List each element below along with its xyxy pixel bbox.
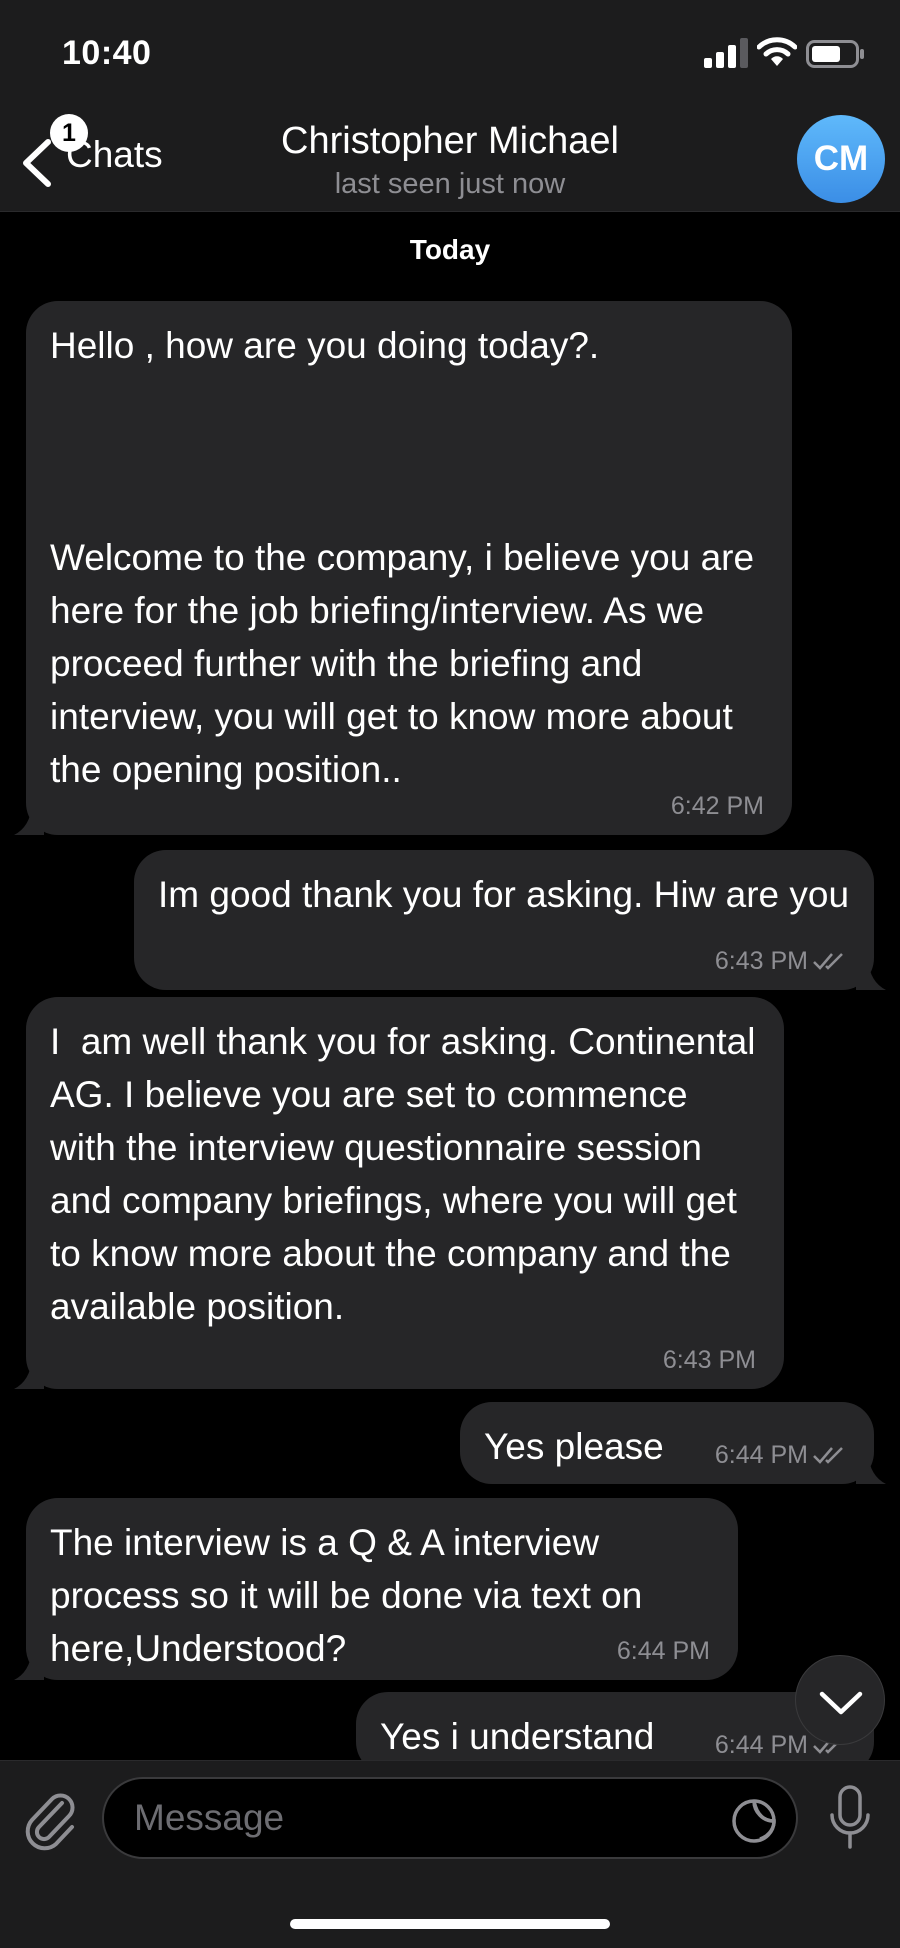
cellular-signal-icon (704, 38, 748, 68)
bubble-tail (856, 1454, 886, 1484)
avatar[interactable]: CM (797, 115, 885, 203)
status-time: 10:40 (62, 34, 152, 72)
wifi-icon (757, 37, 797, 66)
last-seen-status: last seen just now (334, 168, 566, 200)
message-input[interactable] (134, 1779, 694, 1857)
incoming-message[interactable]: Hello , how are you doing today?. Welcom… (14, 301, 792, 835)
bubble-tail (14, 1359, 44, 1389)
scroll-to-bottom-button[interactable] (795, 1655, 885, 1745)
home-indicator (290, 1919, 610, 1929)
message-time: 6:44 PM (616, 1637, 710, 1665)
double-check-icon (813, 953, 843, 970)
microphone-icon[interactable] (826, 1783, 874, 1855)
bubble-tail (14, 805, 44, 835)
outgoing-message[interactable]: Yes please 6:44 PM (460, 1402, 886, 1484)
bubble-tail (856, 960, 886, 990)
sticker-icon[interactable] (730, 1797, 778, 1845)
outgoing-message[interactable]: Im good thank you for asking. Hiw are yo… (134, 850, 886, 990)
incoming-message[interactable]: The interview is a Q & A interview proce… (14, 1498, 738, 1680)
chevron-down-icon (819, 1691, 863, 1715)
incoming-message[interactable]: I am well thank you for asking. Continen… (14, 997, 784, 1389)
status-bar: 10:40 (0, 0, 900, 110)
paperclip-icon[interactable] (22, 1783, 78, 1853)
message-time: 6:43 PM (662, 1346, 756, 1374)
battery-icon (806, 40, 864, 68)
message-list[interactable]: Today Hello , how are you doing today?. … (0, 212, 900, 1760)
message-time: 6:43 PM (715, 947, 846, 976)
message-text: I am well thank you for asking. Continen… (50, 1021, 764, 1327)
message-time: 6:44 PM (715, 1441, 846, 1470)
message-composer (0, 1760, 900, 1948)
message-text: Im good thank you for asking. Hiw are yo… (158, 874, 850, 915)
double-check-icon (813, 1447, 843, 1464)
contact-name[interactable]: Christopher Michael (0, 120, 900, 163)
message-field[interactable] (102, 1777, 798, 1859)
message-text: Hello , how are you doing today?. Welcom… (50, 325, 755, 790)
message-time: 6:42 PM (670, 792, 764, 820)
date-separator: Today (409, 234, 491, 265)
chat-header: 1 Chats Christopher Michael last seen ju… (0, 110, 900, 212)
bubble-tail (14, 1650, 44, 1680)
message-text: The interview is a Q & A interview proce… (50, 1522, 653, 1669)
